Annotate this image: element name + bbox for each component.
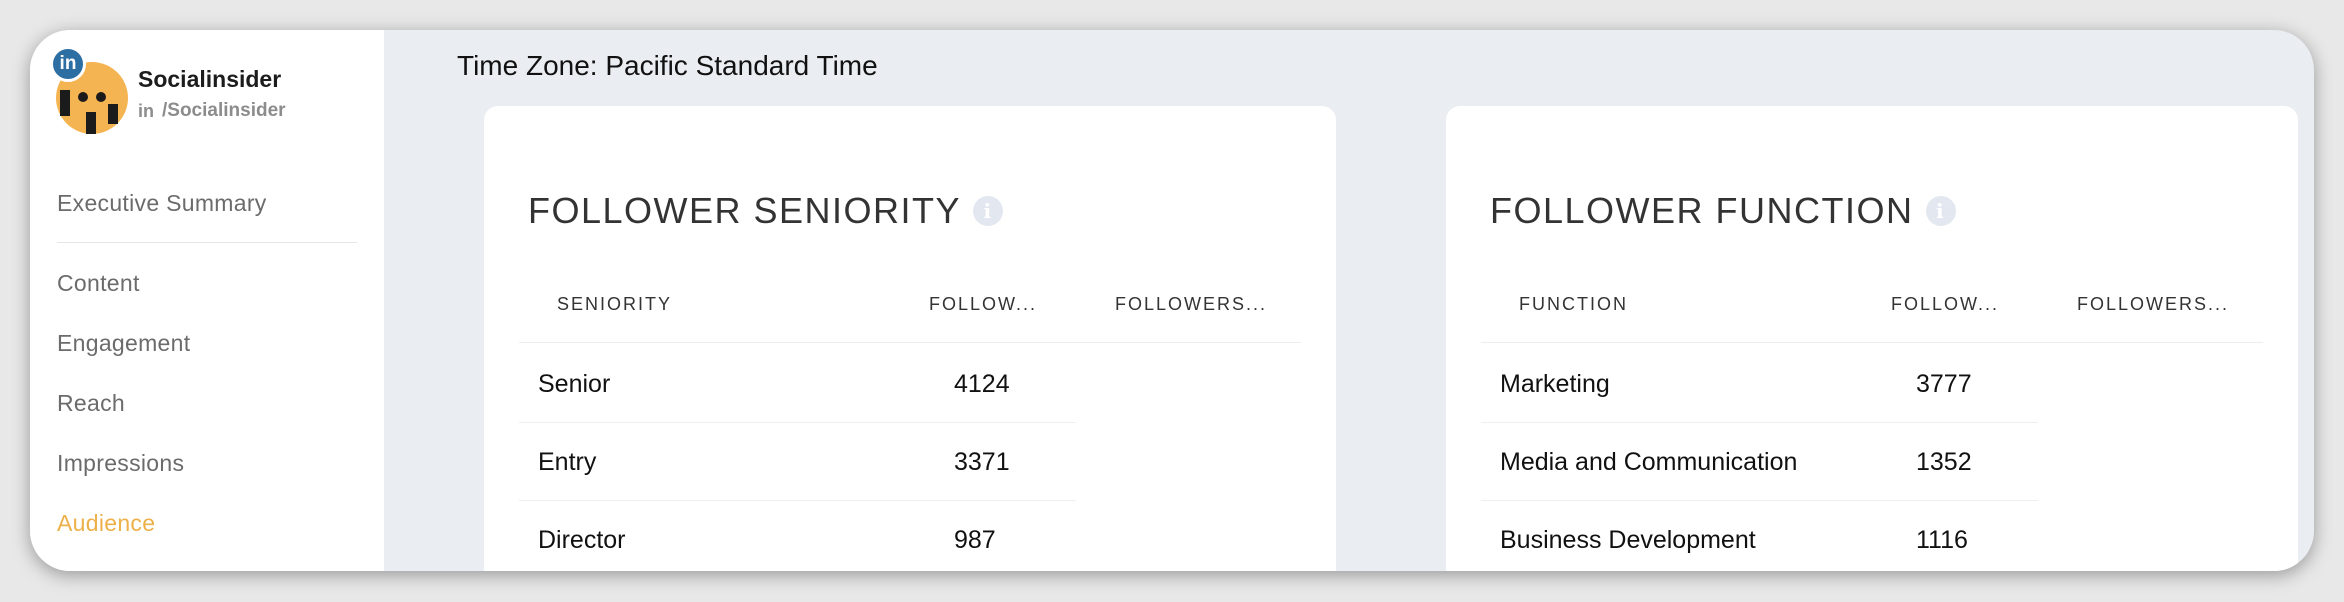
- card-title: FOLLOWER SENIORITY i: [528, 190, 1004, 232]
- profile-header: in Socialinsider in /Socialinsider: [50, 46, 376, 140]
- app-window: in Socialinsider in /Socialinsider Execu…: [30, 30, 2314, 571]
- table-cell-label: Media and Communication: [1500, 448, 1798, 476]
- avatar-logo-shape: [78, 92, 88, 102]
- profile-handle-text: /Socialinsider: [162, 100, 286, 121]
- sidebar: in Socialinsider in /Socialinsider Execu…: [30, 30, 384, 571]
- avatar-logo-shape: [60, 90, 70, 116]
- follower-seniority-card: FOLLOWER SENIORITY i SENIORITY FOLLOW...…: [484, 106, 1336, 571]
- table-cell-label: Director: [538, 526, 626, 554]
- table-cell-value: 4124: [954, 370, 1010, 398]
- table-cell-value: 1116: [1916, 526, 1968, 554]
- table-header-divider: [1481, 342, 2263, 343]
- row-divider: [1481, 500, 2038, 501]
- nav-item-reach[interactable]: Reach: [57, 390, 125, 417]
- linkedin-small-icon: in: [138, 100, 154, 121]
- avatar-logo-shape: [108, 104, 118, 124]
- profile-name: Socialinsider: [138, 66, 282, 92]
- linkedin-icon: in: [50, 46, 86, 82]
- nav-divider: [57, 242, 357, 243]
- table-cell-label: Senior: [538, 370, 611, 398]
- avatar-logo-shape: [86, 112, 96, 134]
- table-cell-label: Marketing: [1500, 370, 1610, 398]
- column-header-followers-percent[interactable]: FOLLOWERS...: [2077, 294, 2229, 315]
- nav-item-executive-summary[interactable]: Executive Summary: [57, 190, 267, 217]
- nav-item-impressions[interactable]: Impressions: [57, 450, 184, 477]
- nav-item-engagement[interactable]: Engagement: [57, 330, 190, 357]
- card-title-text: FOLLOWER SENIORITY: [528, 190, 962, 231]
- column-header-followers[interactable]: FOLLOW...: [1891, 294, 1999, 315]
- card-title-text: FOLLOWER FUNCTION: [1490, 190, 1914, 231]
- table-cell-value: 3777: [1916, 370, 1972, 398]
- row-divider: [519, 422, 1076, 423]
- nav-item-audience[interactable]: Audience: [57, 510, 155, 537]
- timezone-label: Time Zone: Pacific Standard Time: [457, 50, 878, 81]
- profile-handle: in /Socialinsider: [138, 100, 286, 122]
- info-icon[interactable]: i: [973, 196, 1004, 226]
- table-cell-label: Business Development: [1500, 526, 1756, 554]
- table-cell-value: 1352: [1916, 448, 1972, 476]
- table-header-divider: [519, 342, 1301, 343]
- column-header-seniority[interactable]: SENIORITY: [557, 294, 672, 315]
- card-title: FOLLOWER FUNCTION i: [1490, 190, 1956, 232]
- follower-function-card: FOLLOWER FUNCTION i FUNCTION FOLLOW... F…: [1446, 106, 2298, 571]
- column-header-followers[interactable]: FOLLOW...: [929, 294, 1037, 315]
- row-divider: [519, 500, 1076, 501]
- table-cell-value: 3371: [954, 448, 1010, 476]
- column-header-followers-percent[interactable]: FOLLOWERS...: [1115, 294, 1267, 315]
- row-divider: [1481, 422, 2038, 423]
- info-icon[interactable]: i: [1925, 196, 1956, 226]
- table-cell-value: 987: [954, 526, 996, 554]
- column-header-function[interactable]: FUNCTION: [1519, 294, 1628, 315]
- nav-item-content[interactable]: Content: [57, 270, 140, 297]
- table-cell-label: Entry: [538, 448, 597, 476]
- avatar-logo-shape: [96, 92, 106, 102]
